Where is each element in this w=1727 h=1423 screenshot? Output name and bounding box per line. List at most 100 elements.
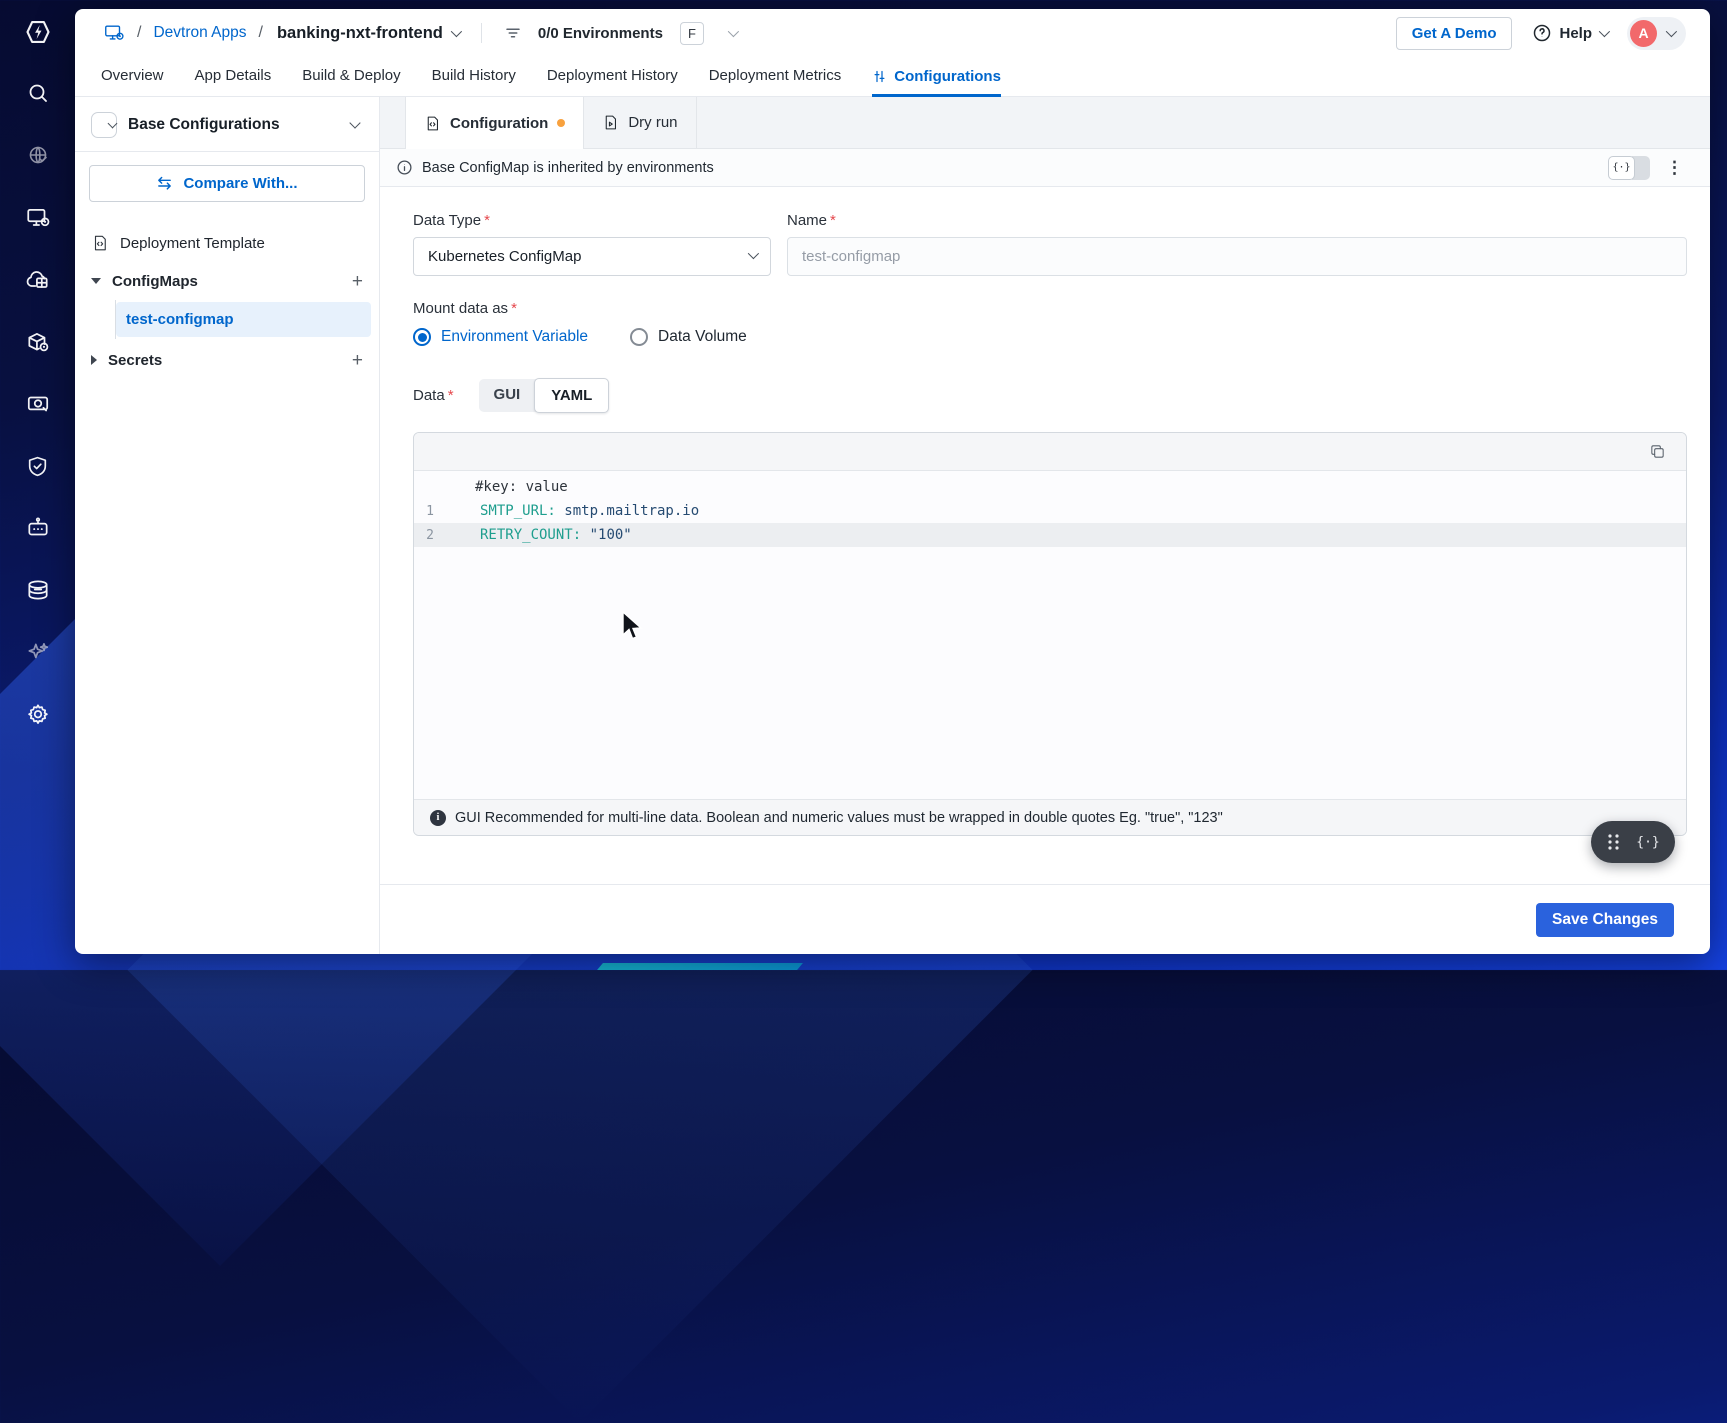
editor-tab-strip: Configuration Dry run <box>380 97 1710 149</box>
chevron-down-icon[interactable] <box>450 25 462 38</box>
devtron-logo-icon[interactable] <box>19 13 57 51</box>
info-filled-icon: i <box>430 809 446 826</box>
required-asterisk: * <box>447 387 454 404</box>
app-tab-bar: Overview App Details Build & Deploy Buil… <box>75 57 1710 97</box>
breadcrumb-app-name[interactable]: banking-nxt-frontend <box>277 24 443 43</box>
back-button[interactable] <box>91 112 118 138</box>
sidebar-item-test-configmap[interactable]: test-configmap <box>116 302 371 337</box>
tab-configurations[interactable]: Configurations <box>872 68 1001 97</box>
ai-assistant-icon[interactable] <box>19 633 57 671</box>
yaml-editor-body[interactable]: #key: value 1 SMTP_URL: smtp.mailtrap.io… <box>414 471 1686 799</box>
yaml-editor-footer: i GUI Recommended for multi-line data. B… <box>414 799 1686 835</box>
code-view-toggle[interactable]: {·} <box>1608 155 1650 180</box>
mount-data-label: Mount data as * <box>413 300 517 317</box>
tab-configuration[interactable]: Configuration <box>405 97 585 149</box>
settings-gear-icon[interactable] <box>19 695 57 733</box>
save-changes-button[interactable]: Save Changes <box>1536 902 1674 937</box>
sidebar-item-deployment-template[interactable]: Deployment Template <box>75 224 379 262</box>
yaml-line: 2 RETRY_COUNT: "100" <box>414 523 1686 547</box>
environment-filter-badge: F <box>679 21 704 45</box>
editor-footer-note: GUI Recommended for multi-line data. Boo… <box>455 809 1223 826</box>
clusters-icon[interactable] <box>19 571 57 609</box>
security-icon[interactable] <box>19 447 57 485</box>
app-window: / Devtron Apps / banking-nxt-frontend 0/… <box>75 9 1710 954</box>
configmap-editor-panel: Configuration Dry run Base ConfigMap is … <box>380 97 1710 954</box>
search-icon[interactable] <box>19 75 57 113</box>
chart-store-icon[interactable] <box>19 323 57 361</box>
file-code-icon <box>427 116 438 130</box>
mode-gui-button[interactable]: GUI <box>479 379 536 412</box>
braces-icon[interactable]: {·} <box>1636 835 1659 850</box>
mode-yaml-button[interactable]: YAML <box>534 378 610 413</box>
kebab-menu-icon[interactable]: ⋮ <box>1666 159 1683 176</box>
jobs-icon[interactable] <box>19 509 57 547</box>
drag-handle-icon[interactable] <box>1606 833 1621 851</box>
resource-browser-icon[interactable] <box>19 385 57 423</box>
yaml-editor: #key: value 1 SMTP_URL: smtp.mailtrap.io… <box>413 432 1687 836</box>
environments-selector[interactable]: 0/0 Environments <box>538 25 663 42</box>
help-circle-icon <box>1534 24 1551 42</box>
sidebar-group-secrets[interactable]: Secrets + <box>75 341 379 379</box>
sliders-icon <box>874 70 885 83</box>
caret-down-icon <box>91 278 101 284</box>
info-icon <box>397 160 412 175</box>
compare-arrows-icon <box>158 176 172 190</box>
config-sidebar-title: Base Configurations <box>128 116 280 133</box>
chevron-down-icon <box>747 247 760 259</box>
sidebar-group-configmaps[interactable]: ConfigMaps + <box>75 262 379 300</box>
data-type-field: Data Type * Kubernetes ConfigMap <box>413 212 771 276</box>
chevron-down-icon[interactable] <box>727 25 739 38</box>
config-sidebar: Base Configurations Compare With... Depl… <box>75 97 380 954</box>
data-type-select[interactable]: Kubernetes ConfigMap <box>413 237 771 276</box>
tab-app-details[interactable]: App Details <box>195 67 272 96</box>
config-sidebar-header: Base Configurations <box>75 97 379 152</box>
data-label: Data * <box>413 387 454 404</box>
form-footer: Save Changes <box>380 884 1710 954</box>
top-bar: / Devtron Apps / banking-nxt-frontend 0/… <box>75 9 1710 57</box>
file-code-icon <box>94 235 106 251</box>
radio-data-volume[interactable]: Data Volume <box>630 328 747 346</box>
tab-dry-run[interactable]: Dry run <box>584 97 697 148</box>
caret-right-icon <box>91 355 97 365</box>
add-secret-button[interactable]: + <box>352 351 363 370</box>
name-field: Name * test-configmap <box>787 212 1687 276</box>
required-asterisk: * <box>484 212 490 229</box>
user-menu[interactable]: A <box>1627 16 1686 50</box>
global-configurations-icon[interactable] <box>19 137 57 175</box>
data-field: Data * GUI YAML <box>413 378 1687 413</box>
compare-with-button[interactable]: Compare With... <box>89 165 365 202</box>
configmap-form: Data Type * Kubernetes ConfigMap Name * te… <box>380 187 1710 884</box>
editor-floating-toolbar: {·} <box>1591 821 1675 863</box>
help-menu[interactable]: Help <box>1532 23 1611 43</box>
banner-controls: {·} ⋮ <box>1608 155 1683 180</box>
avatar: A <box>1630 19 1657 47</box>
unsaved-changes-dot <box>557 119 566 127</box>
tab-deployment-history[interactable]: Deployment History <box>547 67 678 96</box>
name-input: test-configmap <box>787 237 1687 276</box>
app-groups-icon[interactable] <box>19 261 57 299</box>
line-number: 2 <box>426 527 434 543</box>
applications-breadcrumb-icon <box>105 25 124 40</box>
braces-icon: {·} <box>1608 155 1635 180</box>
mouse-cursor <box>622 611 643 640</box>
tab-overview[interactable]: Overview <box>101 67 164 96</box>
background-accent <box>597 963 803 970</box>
copy-icon[interactable] <box>1649 443 1666 460</box>
tab-build-deploy[interactable]: Build & Deploy <box>302 67 400 96</box>
tab-build-history[interactable]: Build History <box>432 67 516 96</box>
add-configmap-button[interactable]: + <box>352 272 363 291</box>
tab-deployment-metrics[interactable]: Deployment Metrics <box>709 67 842 96</box>
get-a-demo-button[interactable]: Get A Demo <box>1395 16 1513 50</box>
inheritance-banner: Base ConfigMap is inherited by environme… <box>380 149 1710 187</box>
top-bar-right: Get A Demo Help A <box>1395 16 1686 50</box>
chevron-down-icon[interactable] <box>349 117 361 129</box>
banner-text: Base ConfigMap is inherited by environme… <box>422 159 714 176</box>
data-type-label: Data Type * <box>413 212 490 229</box>
required-asterisk: * <box>830 212 836 229</box>
breadcrumb-devtron-apps-link[interactable]: Devtron Apps <box>153 24 246 42</box>
help-label: Help <box>1559 24 1592 42</box>
applications-icon[interactable] <box>19 199 57 237</box>
radio-environment-variable[interactable]: Environment Variable <box>413 328 588 346</box>
configmaps-children: test-configmap <box>115 300 379 339</box>
yaml-hint-line: #key: value <box>475 479 568 495</box>
